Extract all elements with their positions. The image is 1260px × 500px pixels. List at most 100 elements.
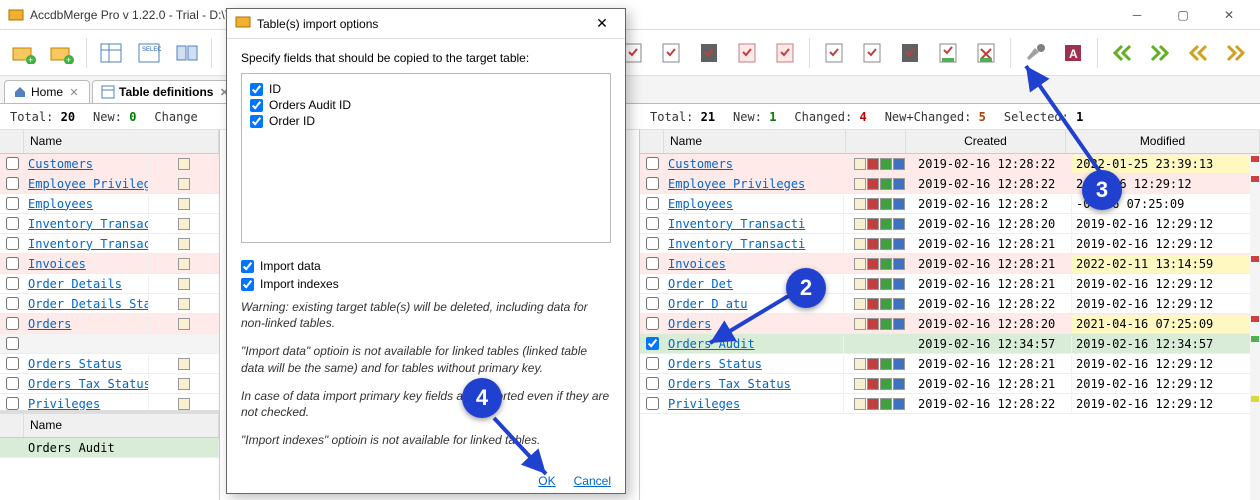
row-checkbox[interactable]	[6, 237, 19, 250]
table-row[interactable]: Employees 2019-02-16 12:28:2 -04-16 07:2…	[640, 194, 1260, 214]
uncheck-new-right-icon[interactable]	[854, 35, 890, 71]
table-row[interactable]: Orders Tax Status	[0, 374, 219, 394]
table-row[interactable]: Employees	[0, 194, 219, 214]
row-name[interactable]: Orders Tax Status	[664, 375, 844, 393]
row-checkbox[interactable]	[6, 377, 19, 390]
row-checkbox[interactable]	[6, 217, 19, 230]
import-left-icon[interactable]	[930, 35, 966, 71]
row-checkbox[interactable]	[6, 157, 19, 170]
minimize-button[interactable]: ─	[1114, 0, 1160, 30]
row-name[interactable]: Order Details	[24, 275, 149, 293]
row-name[interactable]: Orders Status	[664, 355, 844, 373]
nav-prev-icon[interactable]	[1180, 35, 1216, 71]
dialog-close-button[interactable]: ✕	[587, 9, 617, 39]
check-all-icon[interactable]	[691, 35, 727, 71]
row-checkbox[interactable]	[646, 157, 659, 170]
row-checkbox[interactable]	[646, 337, 659, 350]
table-row[interactable]: Invoices 2019-02-16 12:28:21 2022-02-11 …	[640, 254, 1260, 274]
row-name[interactable]: Inventory Transacti	[24, 235, 149, 253]
row-checkbox[interactable]	[6, 397, 19, 410]
row-checkbox[interactable]	[6, 177, 19, 190]
check-right-icon[interactable]	[767, 35, 803, 71]
table-defs-icon[interactable]	[93, 35, 129, 71]
tab-table-definitions[interactable]: Table definitions ✕	[92, 80, 240, 103]
table-row[interactable]: Order Details Statu	[0, 294, 219, 314]
row-name[interactable]	[24, 342, 149, 346]
row-checkbox[interactable]	[646, 357, 659, 370]
row-name[interactable]: Customers	[24, 155, 149, 173]
row-checkbox[interactable]	[6, 317, 19, 330]
open-right-icon[interactable]: +	[44, 35, 80, 71]
tab-home[interactable]: Home ✕	[4, 80, 90, 103]
uncheck-all-icon[interactable]	[892, 35, 928, 71]
row-checkbox[interactable]	[6, 297, 19, 310]
open-left-icon[interactable]: +	[6, 35, 42, 71]
table-row[interactable]: Customers 2019-02-16 12:28:22 2022-01-25…	[640, 154, 1260, 174]
row-name[interactable]: Employees	[664, 195, 844, 213]
row-name[interactable]: Employee Privileges	[664, 175, 844, 193]
table-row[interactable]: Inventory Transacti	[0, 214, 219, 234]
row-checkbox[interactable]	[646, 397, 659, 410]
table-row[interactable]: Invoices	[0, 254, 219, 274]
row-checkbox[interactable]	[646, 217, 659, 230]
row-name[interactable]: Inventory Transacti	[664, 215, 844, 233]
row-name[interactable]: Orders Tax Status	[24, 375, 149, 393]
row-name[interactable]: Orders Status	[24, 355, 149, 373]
check-new-right-icon[interactable]	[653, 35, 689, 71]
table-row[interactable]: Orders Tax Status 2019-02-16 12:28:21 20…	[640, 374, 1260, 394]
check-left-icon[interactable]	[729, 35, 765, 71]
table-row[interactable]: Orders Status	[0, 354, 219, 374]
import-data-checkbox[interactable]: Import data	[241, 259, 611, 273]
cancel-button[interactable]: Cancel	[574, 474, 611, 488]
table-row[interactable]: Orders Status 2019-02-16 12:28:21 2019-0…	[640, 354, 1260, 374]
row-checkbox[interactable]	[6, 197, 19, 210]
row-checkbox[interactable]	[646, 297, 659, 310]
tab-close-icon[interactable]: ✕	[67, 85, 81, 99]
table-row[interactable]: Order Details	[0, 274, 219, 294]
field-checkbox[interactable]: Order ID	[250, 114, 602, 128]
row-checkbox[interactable]	[6, 277, 19, 290]
row-name[interactable]: Invoices	[664, 255, 844, 273]
table-row[interactable]: Privileges 2019-02-16 12:28:22 2019-02-1…	[640, 394, 1260, 414]
col-name[interactable]: Name	[664, 130, 846, 153]
row-checkbox[interactable]	[646, 177, 659, 190]
table-row[interactable]	[0, 334, 219, 354]
relation-icon[interactable]	[169, 35, 205, 71]
import-indexes-checkbox[interactable]: Import indexes	[241, 277, 611, 291]
row-name[interactable]: Employees	[24, 195, 149, 213]
row-checkbox[interactable]	[646, 277, 659, 290]
nav-next-icon[interactable]	[1218, 35, 1254, 71]
table-row[interactable]: Orders	[0, 314, 219, 334]
row-name[interactable]: Customers	[664, 155, 844, 173]
row-checkbox[interactable]	[6, 357, 19, 370]
row-name[interactable]: Invoices	[24, 255, 149, 273]
row-name[interactable]: Privileges	[664, 395, 844, 413]
row-name[interactable]: Order Details Statu	[24, 295, 149, 313]
table-row[interactable]: Privileges	[0, 394, 219, 410]
col-name[interactable]: Name	[24, 414, 219, 437]
row-checkbox[interactable]	[6, 257, 19, 270]
row-name[interactable]: Employee Privileges	[24, 175, 149, 193]
field-checkbox[interactable]: ID	[250, 82, 602, 96]
table-row[interactable]: Orders Audit	[0, 438, 219, 458]
row-checkbox[interactable]	[646, 237, 659, 250]
table-row[interactable]: Inventory Transacti	[0, 234, 219, 254]
maximize-button[interactable]: ▢	[1160, 0, 1206, 30]
row-checkbox[interactable]	[646, 317, 659, 330]
row-checkbox[interactable]	[6, 337, 19, 350]
row-checkbox[interactable]	[646, 197, 659, 210]
table-row[interactable]: Order Det 2019-02-16 12:28:21 2019-02-16…	[640, 274, 1260, 294]
row-checkbox[interactable]	[646, 377, 659, 390]
row-checkbox[interactable]	[646, 257, 659, 270]
col-name[interactable]: Name	[24, 130, 219, 153]
field-checkbox[interactable]: Orders Audit ID	[250, 98, 602, 112]
table-row[interactable]: Customers	[0, 154, 219, 174]
table-row[interactable]: Inventory Transacti 2019-02-16 12:28:21 …	[640, 234, 1260, 254]
row-name[interactable]: Orders	[24, 315, 149, 333]
table-row[interactable]: Inventory Transacti 2019-02-16 12:28:20 …	[640, 214, 1260, 234]
close-button[interactable]: ✕	[1206, 0, 1252, 30]
row-name[interactable]: Inventory Transacti	[664, 235, 844, 253]
nav-next2-icon[interactable]	[1142, 35, 1178, 71]
table-row[interactable]: Employee Privileges 2019-02-16 12:28:22 …	[640, 174, 1260, 194]
row-name[interactable]: Privileges	[24, 395, 149, 411]
